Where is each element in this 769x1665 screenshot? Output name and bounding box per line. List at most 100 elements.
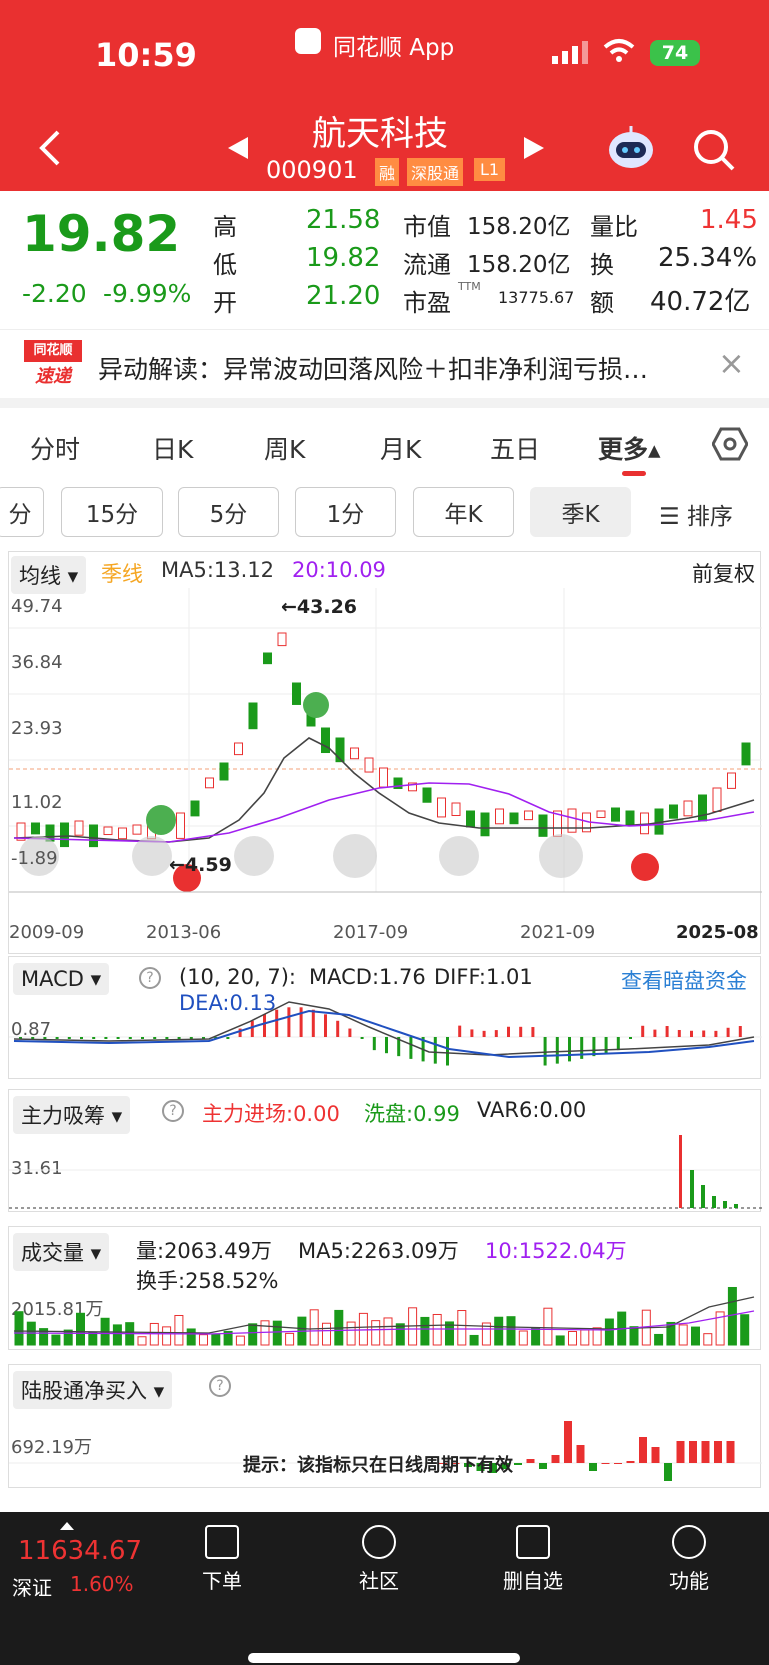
macd-bar <box>67 1037 71 1039</box>
northbound-bar <box>701 1441 710 1463</box>
northbound-bar <box>626 1461 635 1463</box>
community-star-icon <box>362 1525 396 1559</box>
sort-button[interactable]: ☰ 排序 <box>659 497 733 531</box>
volume-bar <box>432 1313 442 1346</box>
dark-pool-link[interactable]: 查看暗盘资金 <box>621 965 747 995</box>
macd-dropdown[interactable]: MACD ▾ <box>13 963 110 995</box>
tab-daily[interactable]: 日K <box>152 430 193 466</box>
candle <box>205 777 214 789</box>
mktcap-label: 市值 <box>403 213 451 241</box>
settings-hex-icon[interactable] <box>711 426 749 466</box>
macd-bar <box>458 1025 462 1037</box>
volume-dropdown[interactable]: 成交量 ▾ <box>13 1233 110 1271</box>
period-min[interactable]: 分 <box>0 487 44 537</box>
macd-bar <box>446 1037 449 1066</box>
northbound-panel[interactable]: 陆股通净买入 ▾ ? 692.19万 提示：该指标只在日线周期下有效 <box>8 1364 762 1488</box>
season-ma-label: 季线 <box>101 562 143 586</box>
volume-bar <box>740 1314 750 1346</box>
float-label: 流通 <box>403 251 451 279</box>
max-price-label: ←43.26 <box>281 596 358 618</box>
x-tick-2: 2013-06 <box>146 922 222 943</box>
volume-bar <box>543 1307 553 1346</box>
help-icon[interactable]: ? <box>162 1100 184 1122</box>
volume-bar <box>137 1336 147 1346</box>
index-value[interactable]: 11634.67 <box>18 1536 142 1566</box>
ths-logo-top: 同花顺 <box>24 340 82 362</box>
northbound-bar <box>576 1445 585 1463</box>
expand-icon[interactable] <box>60 1522 74 1530</box>
macd-bar <box>714 1030 718 1037</box>
period-1min[interactable]: 1分 <box>295 487 396 537</box>
help-icon[interactable]: ? <box>139 967 161 989</box>
macd-bar <box>543 1037 547 1066</box>
macd-bar <box>641 1025 645 1037</box>
volume-bar <box>76 1312 85 1346</box>
search-icon[interactable] <box>692 128 736 176</box>
candle <box>234 742 243 756</box>
prev-stock-icon[interactable] <box>226 135 250 165</box>
volume-bar <box>518 1330 528 1346</box>
macd-bar <box>653 1029 657 1037</box>
tab-monthly[interactable]: 月K <box>380 430 421 466</box>
news-bar[interactable]: 同花顺 速递 异动解读：异常波动回落风险＋扣非净利润亏损… × <box>0 329 769 407</box>
nav-functions[interactable]: 功能 <box>629 1525 749 1594</box>
nav-community[interactable]: 社区 <box>319 1525 439 1594</box>
next-stock-icon[interactable] <box>522 135 546 165</box>
y-tick-max: 49.74 <box>11 596 63 617</box>
tab-fiveday[interactable]: 五日 <box>490 430 540 466</box>
period-15min[interactable]: 15分 <box>61 487 163 537</box>
nav-order[interactable]: 下单 <box>162 1525 282 1594</box>
candle <box>727 772 736 789</box>
macd-bar <box>128 1037 132 1039</box>
news-text[interactable]: 异动解读：异常波动回落风险＋扣非净利润亏损… <box>98 350 648 386</box>
adjust-mode[interactable]: 前复权 <box>692 558 755 588</box>
kline-chart[interactable] <box>9 588 762 918</box>
volume-bar <box>395 1323 405 1346</box>
period-quarterly[interactable]: 季K <box>530 487 631 537</box>
volume-bar <box>309 1309 319 1346</box>
period-yearly[interactable]: 年K <box>413 487 514 537</box>
tab-more[interactable]: 更多▴ <box>598 430 661 466</box>
macd-bar <box>324 1014 327 1037</box>
macd-bar <box>482 1030 486 1037</box>
macd-bar <box>104 1037 108 1039</box>
macd-bar <box>80 1037 83 1039</box>
tab-weekly[interactable]: 周K <box>264 430 305 466</box>
robot-assistant-icon[interactable] <box>607 124 655 174</box>
candle <box>118 827 127 840</box>
y-tick-3: 23.93 <box>11 718 63 739</box>
candle <box>669 804 678 819</box>
amount-value: 40.72亿 <box>650 287 751 317</box>
macd-bar <box>738 1026 742 1037</box>
macd-bar <box>507 1026 510 1037</box>
margin-badge: 融 <box>375 158 400 186</box>
kline-panel[interactable]: 均线 ▾ 季线 MA5:13.12 20:10.09 前复权 49.74 36.… <box>8 551 762 954</box>
volume-value: 量:2063.49万 <box>136 1239 272 1263</box>
last-price: 19.82 <box>22 205 181 263</box>
candle <box>74 820 84 836</box>
macd-panel[interactable]: MACD ▾ ? (10, 20, 7): MACD:1.76 DIFF:1.0… <box>8 956 762 1079</box>
signal-icon <box>550 40 590 64</box>
accumulation-panel[interactable]: 主力吸筹 ▾ ? 主力进场:0.00 洗盘:0.99 VAR6:0.00 31.… <box>8 1089 762 1212</box>
nav-remove-watchlist[interactable]: 删自选 <box>473 1525 593 1594</box>
nav-remove-watchlist-label: 删自选 <box>503 1569 563 1593</box>
period-5min[interactable]: 5分 <box>178 487 279 537</box>
close-icon[interactable]: × <box>718 344 745 382</box>
source-app-icon <box>295 28 321 54</box>
status-time: 10:59 <box>95 36 197 74</box>
volume-panel[interactable]: 成交量 ▾ 量:2063.49万 MA5:2263.09万 10:1522.04… <box>8 1226 761 1350</box>
stock-title: 航天科技 <box>312 114 448 154</box>
northbound-dropdown[interactable]: 陆股通净买入 ▾ <box>13 1371 173 1409</box>
macd-bar <box>531 1027 535 1037</box>
help-icon[interactable]: ? <box>209 1375 231 1397</box>
tab-intraday[interactable]: 分时 <box>30 430 80 466</box>
candle <box>60 822 69 848</box>
candle <box>451 802 461 816</box>
candle <box>625 810 635 826</box>
back-icon[interactable] <box>34 128 64 168</box>
macd-bar <box>702 1030 706 1037</box>
macd-bar <box>250 1020 254 1037</box>
candle <box>364 757 374 773</box>
candle <box>495 808 504 825</box>
accumulation-dropdown[interactable]: 主力吸筹 ▾ <box>13 1096 131 1134</box>
